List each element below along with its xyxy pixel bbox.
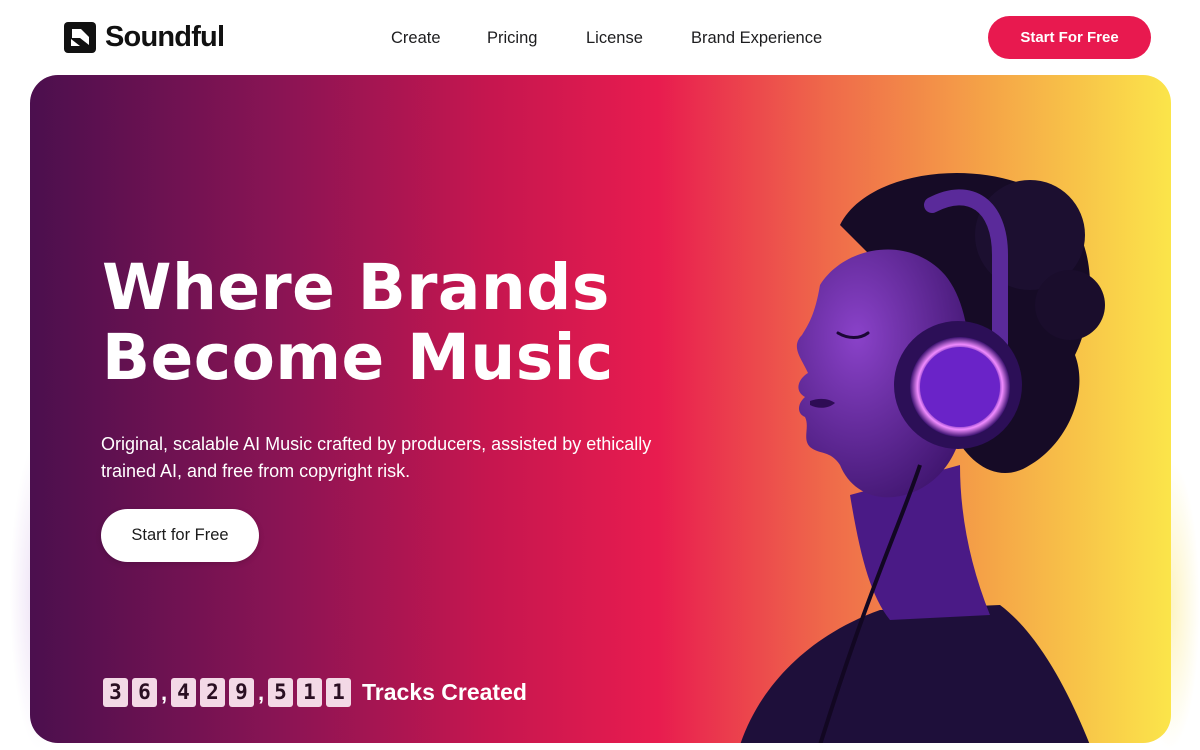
woman-with-headphones-image <box>740 172 1105 743</box>
counter-digit: 4 <box>171 677 196 707</box>
counter-separator: , <box>258 679 265 705</box>
counter-digit: 1 <box>326 677 351 707</box>
nav-link-create[interactable]: Create <box>391 27 441 49</box>
headline-line-2: Become Music <box>102 321 614 394</box>
start-for-free-button[interactable]: Start For Free <box>988 16 1151 59</box>
hero-start-for-free-button[interactable]: Start for Free <box>101 509 259 562</box>
counter-digit: 2 <box>200 677 225 707</box>
nav-link-license[interactable]: License <box>586 27 643 49</box>
hero-headline: Where Brands Become Music <box>102 253 614 393</box>
counter-digit: 9 <box>229 677 254 707</box>
nav-link-brand-experience[interactable]: Brand Experience <box>691 27 822 49</box>
tracks-created-counter: 3 6 , 4 2 9 , 5 1 1 Tracks Created <box>103 677 527 707</box>
counter-digit: 5 <box>268 677 293 707</box>
hero-banner: Where Brands Become Music Original, scal… <box>30 75 1171 743</box>
nav-link-pricing[interactable]: Pricing <box>487 27 537 49</box>
counter-digit: 3 <box>103 677 128 707</box>
top-navigation: Soundful Create Pricing License Brand Ex… <box>0 0 1200 75</box>
headline-line-1: Where Brands <box>102 251 610 324</box>
counter-label: Tracks Created <box>362 678 527 705</box>
counter-separator: , <box>161 679 168 705</box>
counter-digit: 1 <box>297 677 322 707</box>
counter-digit: 6 <box>132 677 157 707</box>
hero-subtext: Original, scalable AI Music crafted by p… <box>101 434 652 481</box>
